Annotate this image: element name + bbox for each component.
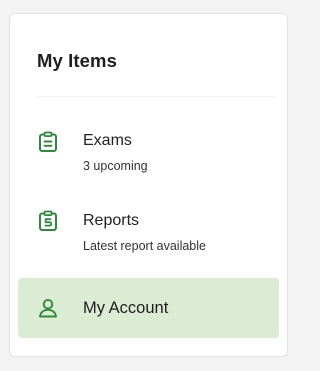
panel-title: My Items [37, 50, 117, 71]
menu-item-subtitle: Latest report available [83, 239, 206, 253]
menu-item-my-account[interactable]: My Account [18, 278, 279, 338]
user-icon [37, 297, 59, 319]
menu-item-reports[interactable]: Reports Latest report available [10, 202, 287, 262]
clipboard-list-icon [37, 131, 59, 153]
menu-item-label: My Account [83, 299, 169, 317]
menu-item-exams[interactable]: Exams 3 upcoming [10, 122, 287, 182]
menu-item-label: Exams [83, 132, 132, 149]
menu-item-subtitle: 3 upcoming [83, 159, 148, 173]
report-icon [37, 210, 59, 232]
my-items-panel: My Items Exams 3 upcoming Reports Latest… [9, 13, 288, 357]
divider [37, 96, 275, 97]
menu-item-label: Reports [83, 212, 140, 229]
